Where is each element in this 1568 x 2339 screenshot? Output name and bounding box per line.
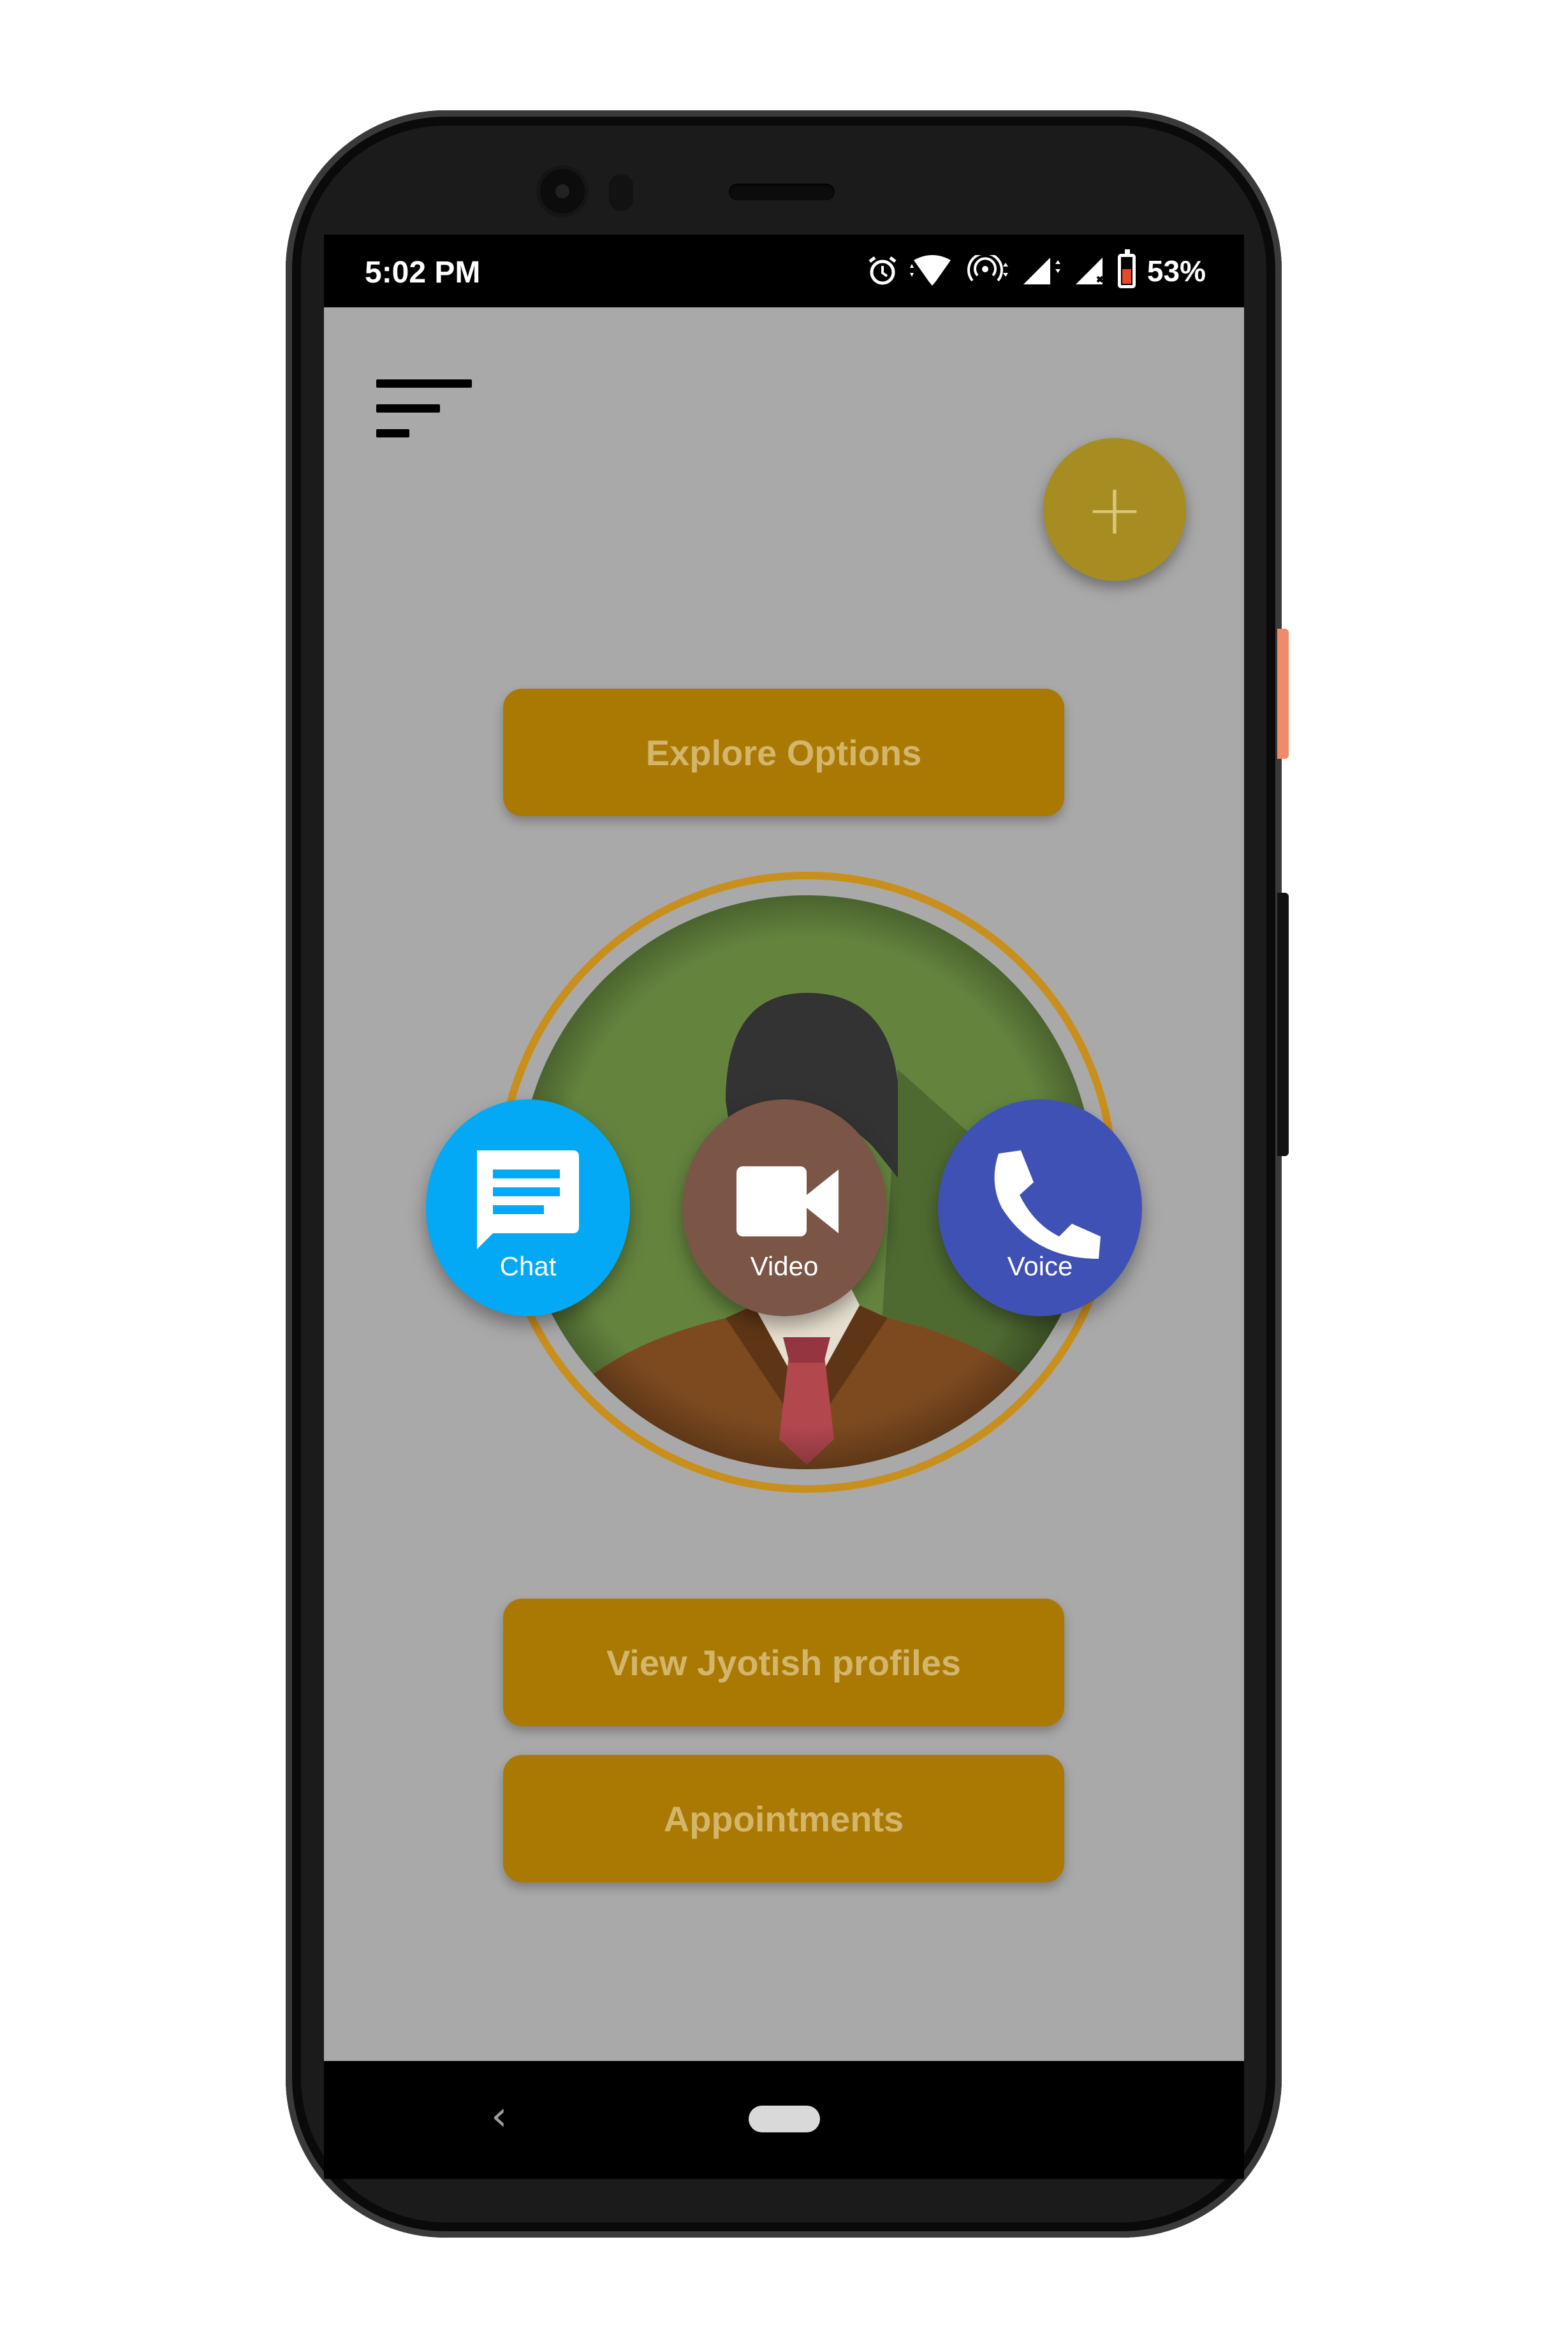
chat-button[interactable]: Chat [426,1099,630,1316]
chat-icon [477,1150,579,1249]
add-fab-button[interactable]: + [1043,438,1186,581]
power-button [1277,629,1289,759]
volume-button [1277,893,1289,1156]
phone-icon [994,1150,1101,1259]
back-icon[interactable]: ‹ [491,2093,508,2140]
alarm-icon [867,255,898,287]
video-camera-icon [736,1166,839,1236]
app-screen: + Explore Options Chat Video Voice View … [324,307,1244,2061]
battery-icon [1117,249,1136,288]
explore-options-button[interactable]: Explore Options [503,689,1064,816]
wifi-icon [909,255,955,287]
front-camera [540,169,585,214]
video-label: Video [750,1251,819,1281]
status-bar: 5:02 PM 53% [324,235,1244,307]
video-button[interactable]: Video [682,1099,886,1316]
signal-2-icon [1074,255,1106,287]
voice-label: Voice [1007,1251,1073,1281]
earpiece-speaker [729,184,835,200]
battery-percent: 53% [1147,254,1206,288]
hotspot-icon [966,255,1011,287]
chat-label: Chat [499,1251,557,1281]
view-jyotish-profiles-button[interactable]: View Jyotish profiles [503,1599,1064,1726]
home-pill-button[interactable] [749,2106,820,2132]
navigation-bar: ‹ [324,2061,1244,2179]
signal-1-icon [1022,255,1063,287]
plus-icon: + [1085,469,1145,550]
appointments-button[interactable]: Appointments [503,1755,1064,1882]
proximity-sensor [609,174,633,211]
sort-menu-icon[interactable] [376,379,472,450]
status-icons: 53% [867,249,1206,293]
status-time: 5:02 PM [365,256,481,290]
voice-button[interactable]: Voice [938,1099,1142,1316]
